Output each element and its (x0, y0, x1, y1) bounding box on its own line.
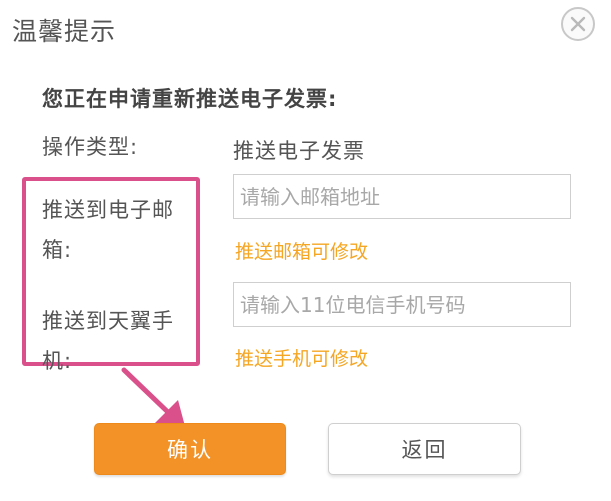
email-hint: 推送邮箱可修改 (235, 241, 369, 263)
dialog-heading: 您正在申请重新推送电子发票: (42, 87, 338, 111)
back-button[interactable]: 返回 (328, 423, 521, 475)
email-label: 推送到电子邮 箱: (42, 190, 194, 270)
phone-label-line2: 机: (42, 349, 73, 373)
email-label-line1: 推送到电子邮 (42, 198, 174, 222)
email-input[interactable] (233, 174, 571, 219)
email-label-line2: 箱: (42, 238, 73, 262)
operation-type-value: 推送电子发票 (233, 139, 365, 163)
phone-label-line1: 推送到天翼手 (42, 309, 174, 333)
phone-hint: 推送手机可修改 (235, 348, 369, 370)
operation-type-label: 操作类型: (42, 135, 139, 159)
dialog-title: 温馨提示 (12, 17, 117, 46)
phone-input[interactable] (233, 282, 571, 327)
close-button[interactable] (561, 7, 595, 41)
close-icon (570, 16, 586, 32)
phone-label: 推送到天翼手 机: (42, 301, 194, 381)
confirm-button[interactable]: 确认 (94, 423, 286, 475)
